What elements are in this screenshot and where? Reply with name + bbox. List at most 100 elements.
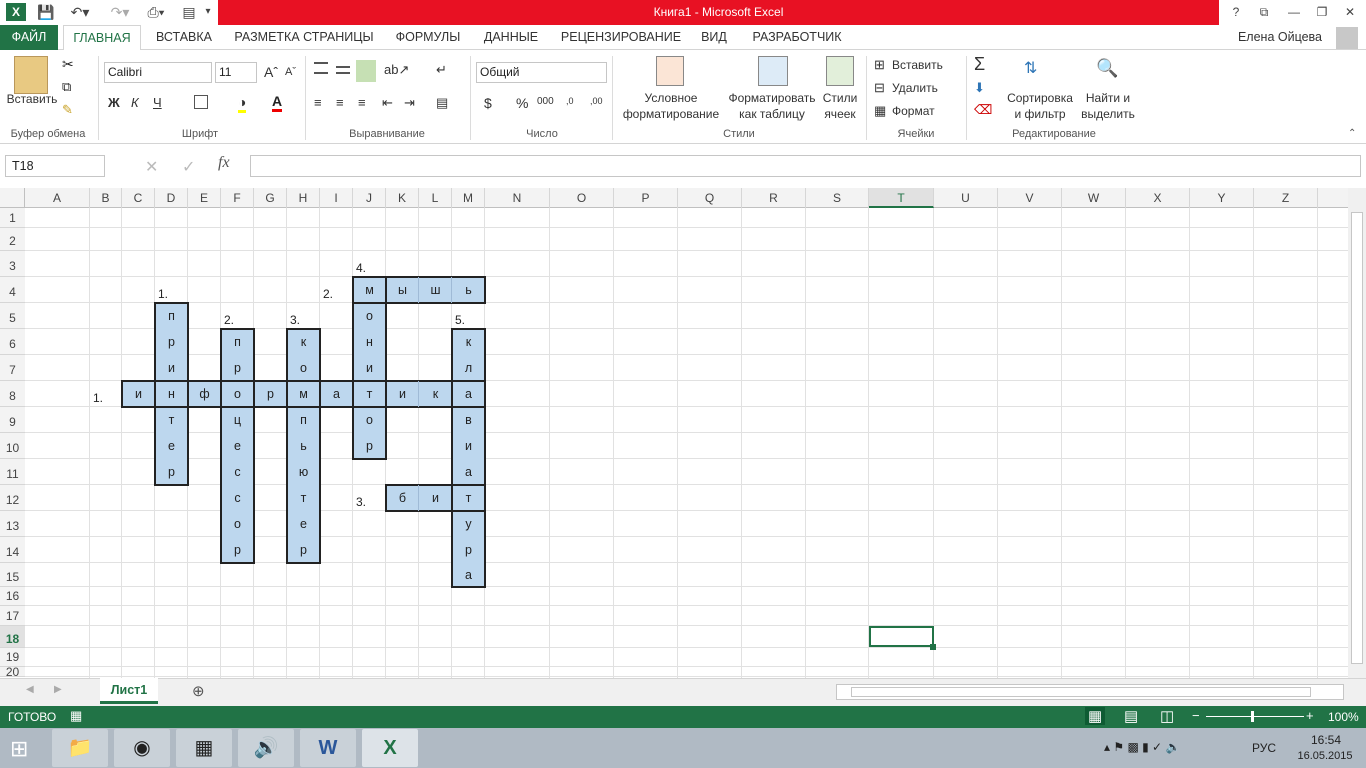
tab-file[interactable]: ФАЙЛ (0, 25, 58, 50)
conditional-formatting-icon[interactable] (656, 56, 684, 86)
column-header-l[interactable]: L (419, 188, 452, 208)
cell-styles-icon[interactable] (826, 56, 854, 86)
minimize-button[interactable]: — (1280, 0, 1308, 25)
autosum-icon[interactable]: Σ (974, 54, 985, 75)
tab-data[interactable]: ДАННЫЕ (476, 25, 546, 50)
format-cells-icon[interactable]: ▦ (874, 103, 886, 119)
fill-icon[interactable]: ⬇ (974, 80, 985, 96)
row-header-4[interactable]: 4 (0, 277, 25, 303)
currency-button[interactable]: $ (484, 95, 492, 111)
cancel-entry-icon[interactable]: ✕ (145, 157, 158, 177)
scroll-sheets-right-icon[interactable]: ▶ (54, 684, 62, 695)
sheet-tab[interactable]: Лист1 (100, 678, 158, 704)
row-header-10[interactable]: 10 (0, 433, 25, 459)
ribbon-display-button[interactable]: ⧉ (1250, 0, 1278, 25)
find-select-label-2[interactable]: выделить (1076, 107, 1140, 121)
tab-view[interactable]: ВИД (694, 25, 734, 50)
scroll-sheets-left-icon[interactable]: ◀ (26, 684, 34, 695)
font-color-icon[interactable]: A (272, 93, 283, 112)
column-header-b[interactable]: B (90, 188, 122, 208)
redo-icon[interactable]: ↷▾ (106, 3, 134, 21)
tab-insert[interactable]: ВСТАВКА (148, 25, 220, 50)
conditional-formatting-label-1[interactable]: Условное (616, 91, 726, 105)
column-header-r[interactable]: R (742, 188, 806, 208)
collapse-ribbon-icon[interactable]: ⌃ (1348, 128, 1356, 139)
row-header-11[interactable]: 11 (0, 459, 25, 485)
row-header-8[interactable]: 8 (0, 381, 25, 407)
cut-icon[interactable]: ✂ (62, 56, 74, 73)
select-all-corner[interactable] (0, 188, 25, 208)
align-bottom-icon[interactable] (356, 60, 376, 82)
thousands-button[interactable]: 000 (537, 96, 554, 107)
find-select-icon[interactable]: 🔍 (1096, 58, 1118, 79)
column-header-e[interactable]: E (188, 188, 221, 208)
zoom-in-button[interactable]: + (1306, 708, 1314, 723)
italic-button[interactable]: К (131, 95, 139, 110)
horizontal-scrollbar[interactable] (836, 684, 1344, 700)
save-icon[interactable]: 💾 (36, 3, 56, 21)
format-as-table-label-1[interactable]: Форматировать (726, 91, 818, 105)
clock-time[interactable]: 16:54 (1296, 733, 1356, 747)
sort-filter-label-1[interactable]: Сортировка (1006, 91, 1074, 105)
paste-icon[interactable] (14, 56, 48, 94)
vertical-scrollbar[interactable] (1348, 188, 1366, 678)
insert-cells-button[interactable]: Вставить (892, 58, 943, 72)
percent-button[interactable]: % (516, 95, 528, 111)
fill-handle[interactable] (930, 644, 936, 650)
underline-button[interactable]: Ч (153, 95, 162, 110)
new-sheet-button[interactable]: ⊕ (192, 682, 205, 700)
align-center-icon[interactable]: ≡ (336, 95, 344, 110)
row-header-3[interactable]: 3 (0, 251, 25, 277)
zoom-slider[interactable] (1206, 716, 1304, 717)
confirm-entry-icon[interactable]: ✓ (182, 157, 195, 177)
active-cell[interactable] (869, 626, 934, 647)
close-button[interactable]: ✕ (1336, 0, 1364, 25)
merge-center-icon[interactable]: ▤ (436, 95, 448, 111)
word-icon[interactable]: W (300, 729, 356, 767)
align-top-icon[interactable] (314, 62, 328, 74)
column-header-q[interactable]: Q (678, 188, 742, 208)
zoom-out-button[interactable]: − (1192, 708, 1200, 723)
tab-review[interactable]: РЕЦЕНЗИРОВАНИЕ (554, 25, 688, 50)
column-header-o[interactable]: O (550, 188, 614, 208)
align-right-icon[interactable]: ≡ (358, 95, 366, 110)
column-header-z[interactable]: Z (1254, 188, 1318, 208)
column-header-g[interactable]: G (254, 188, 287, 208)
row-header-18[interactable]: 18 (0, 626, 25, 648)
copy-icon[interactable]: ⧉ (62, 79, 71, 95)
borders-icon[interactable] (194, 95, 208, 109)
clear-icon[interactable]: ⌫ (974, 102, 992, 118)
page-break-view-icon[interactable]: ◫ (1160, 707, 1174, 725)
macro-record-icon[interactable]: ▦ (70, 708, 82, 724)
column-header-m[interactable]: M (452, 188, 485, 208)
row-header-17[interactable]: 17 (0, 606, 25, 626)
tab-developer[interactable]: РАЗРАБОТЧИК (744, 25, 850, 50)
align-left-icon[interactable]: ≡ (314, 95, 322, 110)
number-format-select[interactable]: Общий (476, 62, 607, 83)
row-header-2[interactable]: 2 (0, 228, 25, 251)
wrap-text-icon[interactable]: ↵ (436, 62, 447, 78)
undo-icon[interactable]: ↶▾ (66, 3, 94, 21)
page-layout-view-icon[interactable]: ▤ (1124, 707, 1138, 725)
row-header-13[interactable]: 13 (0, 511, 25, 537)
paste-button[interactable]: Вставить (6, 92, 58, 106)
row-header-5[interactable]: 5 (0, 303, 25, 329)
row-header-7[interactable]: 7 (0, 355, 25, 381)
sort-filter-icon[interactable]: ⇅ (1024, 58, 1037, 78)
formula-input[interactable] (250, 155, 1361, 177)
horizontal-scroll-thumb[interactable] (851, 687, 1311, 697)
column-header-x[interactable]: X (1126, 188, 1190, 208)
avatar[interactable] (1336, 27, 1358, 49)
grow-font-icon[interactable]: Aˆ (264, 64, 278, 80)
format-cells-button[interactable]: Формат (892, 104, 935, 118)
font-size-select[interactable]: 11 (215, 62, 257, 83)
form-icon[interactable]: ▤ (180, 3, 198, 21)
column-header-a[interactable]: A (25, 188, 90, 208)
delete-cells-icon[interactable]: ⊟ (874, 80, 885, 96)
column-header-s[interactable]: S (806, 188, 869, 208)
column-header-h[interactable]: H (287, 188, 320, 208)
decrease-indent-icon[interactable]: ⇤ (382, 95, 393, 111)
column-header-w[interactable]: W (1062, 188, 1126, 208)
format-painter-icon[interactable]: ✎ (62, 102, 73, 118)
user-name[interactable]: Елена Ойцева (1230, 25, 1330, 50)
